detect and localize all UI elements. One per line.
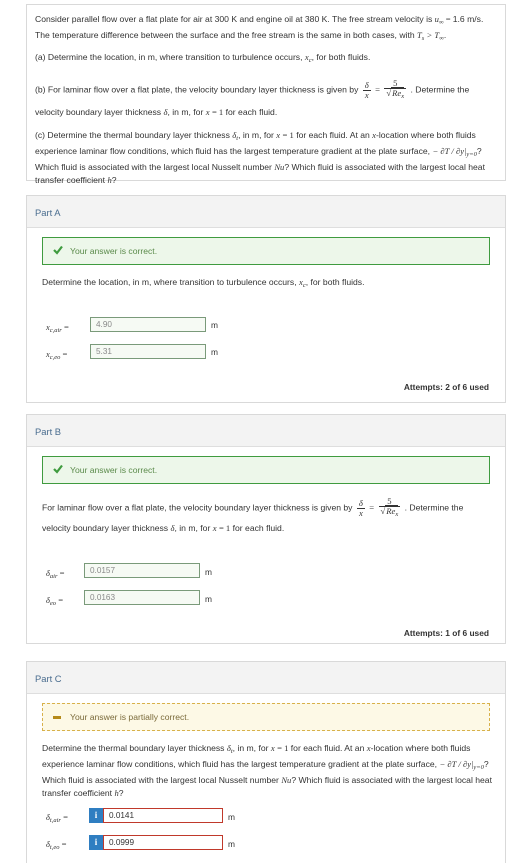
part-c-question: Determine the thermal boundary layer thi… <box>42 743 492 798</box>
delta-eo-input[interactable]: 0.0163 <box>84 590 200 605</box>
part-b-question: For laminar flow over a flat plate, the … <box>42 496 464 519</box>
problem-part-a-text: (a) Determine the location, in m, where … <box>35 52 303 62</box>
problem-part-b-text-3: velocity boundary layer thickness <box>35 107 162 117</box>
delta-eo-label: δeo = <box>46 595 64 607</box>
problem-part-c-text-1: (c) Determine the thermal boundary layer… <box>35 130 230 140</box>
xc-air-label: xc,air = <box>46 322 69 334</box>
part-a-question: Determine the location, in m, where tran… <box>42 277 365 289</box>
part-b-attempts: Attempts: 1 of 6 used <box>403 628 489 638</box>
part-a-banner-text: Your answer is correct. <box>70 246 158 256</box>
problem-part-b-text-2: . Determine the <box>410 84 470 95</box>
part-c-header[interactable]: Part C <box>27 662 505 694</box>
part-a-correct-banner: Your answer is correct. <box>42 237 490 265</box>
five-over-sqrt-rex-fraction: 5 √Rex <box>384 78 407 100</box>
part-a-title: Part A <box>35 207 61 218</box>
part-a-question-text-1: Determine the location, in m, where tran… <box>42 277 297 287</box>
problem-part-b-line2: velocity boundary layer thickness δ, in … <box>35 107 278 117</box>
part-b-banner-text: Your answer is correct. <box>70 465 158 475</box>
problem-part-c-text-4: -location where both <box>376 130 454 140</box>
part-c-question-text-7: ? Which fluid is associated with <box>291 775 411 786</box>
problem-part-a-end: , for both fluids. <box>311 52 371 62</box>
part-c-partial-banner: Your answer is partially correct. <box>42 703 490 731</box>
delta-t-eo-unit: m <box>228 839 235 849</box>
info-icon[interactable]: i <box>89 808 103 823</box>
xc-eo-unit: m <box>211 347 218 357</box>
part-b-card: Part B Your answer is correct. For lamin… <box>26 414 506 644</box>
part-a-question-text-2: , for both fluids. <box>305 277 365 287</box>
u-infinity-symbol: u∞ <box>434 14 444 26</box>
part-b-question-text-4: , in m, for <box>174 523 211 533</box>
info-icon[interactable]: i <box>89 835 103 850</box>
problem-part-b-text-1: (b) For laminar flow over a flat plate, … <box>35 84 359 95</box>
part-b-question-text-2: . Determine the <box>404 502 464 513</box>
five-over-sqrt-rex-fraction: 5 √Rex <box>378 496 401 518</box>
check-icon <box>53 245 63 255</box>
delta-t-air-unit: m <box>228 812 235 822</box>
problem-statement-card: Consider parallel flow over a flat plate… <box>26 4 506 185</box>
problem-part-b: (b) For laminar flow over a flat plate, … <box>35 78 470 101</box>
part-c-question-text-2: , in m, for <box>232 743 269 753</box>
delta-t-eo-input[interactable]: 0.0999 <box>103 835 223 850</box>
delta-air-unit: m <box>205 567 212 577</box>
delta-over-x-fraction: δx <box>356 497 365 518</box>
part-a-attempts: Attempts: 2 of 6 used <box>403 382 489 392</box>
problem-part-b-text-5: for each fluid. <box>225 107 278 117</box>
part-a-header[interactable]: Part A <box>27 196 505 228</box>
part-c-card: Part C Your answer is partially correct.… <box>26 661 506 863</box>
xc-symbol: xc <box>304 52 312 64</box>
delta-t-eo-label: δt,eo = <box>46 839 67 851</box>
delta-over-x-fraction: δx <box>362 79 371 100</box>
xc-air-input[interactable]: 4.90 <box>90 317 206 332</box>
xc-eo-input[interactable]: 5.31 <box>90 344 206 359</box>
problem-part-b-text-4: , in m, for <box>167 107 204 117</box>
part-c-banner-text: Your answer is partially correct. <box>70 712 190 722</box>
check-icon <box>53 464 63 474</box>
part-c-question-text-3: for each fluid. At an <box>290 743 365 753</box>
part-b-question-text-3: velocity boundary layer thickness <box>42 523 169 533</box>
part-c-question-text-4: -location where both <box>370 743 448 753</box>
delta-eo-unit: m <box>205 594 212 604</box>
problem-part-c-text-7: ? Which fluid is associated with the lar… <box>284 162 446 173</box>
delta-air-label: δair = <box>46 568 65 580</box>
part-b-question-text-5: for each fluid. <box>232 523 285 533</box>
part-c-question-text-1: Determine the thermal boundary layer thi… <box>42 743 225 753</box>
part-a-card: Part A Your answer is correct. Determine… <box>26 195 506 403</box>
ts-gt-tinf-math: Ts > T∞ <box>417 30 444 43</box>
problem-part-c-text-2: , in m, for <box>238 130 274 140</box>
delta-t-air-input[interactable]: 0.0141 <box>103 808 223 823</box>
xc-eo-label: xc,eo = <box>46 349 68 361</box>
delta-t-air-label: δt,air = <box>46 812 68 824</box>
part-b-title: Part B <box>35 426 62 437</box>
velocity-value: 1.6 <box>452 14 465 24</box>
intro-text-1: Consider parallel flow over a flat plate… <box>35 14 433 24</box>
part-b-question-line2: velocity boundary layer thickness δ, in … <box>42 523 285 533</box>
delta-air-input[interactable]: 0.0157 <box>84 563 200 578</box>
part-b-correct-banner: Your answer is correct. <box>42 456 490 484</box>
part-b-question-text-1: For laminar flow over a flat plate, the … <box>42 502 353 513</box>
xc-air-unit: m <box>211 320 218 330</box>
problem-part-c: (c) Determine the thermal boundary layer… <box>35 130 485 185</box>
minus-icon <box>53 716 61 719</box>
part-b-header[interactable]: Part B <box>27 415 505 447</box>
part-c-title: Part C <box>35 673 62 684</box>
problem-part-a: (a) Determine the location, in m, where … <box>35 51 497 67</box>
problem-part-c-text-3: for each fluid. At an <box>296 130 370 140</box>
problem-intro: Consider parallel flow over a flat plate… <box>35 14 484 43</box>
